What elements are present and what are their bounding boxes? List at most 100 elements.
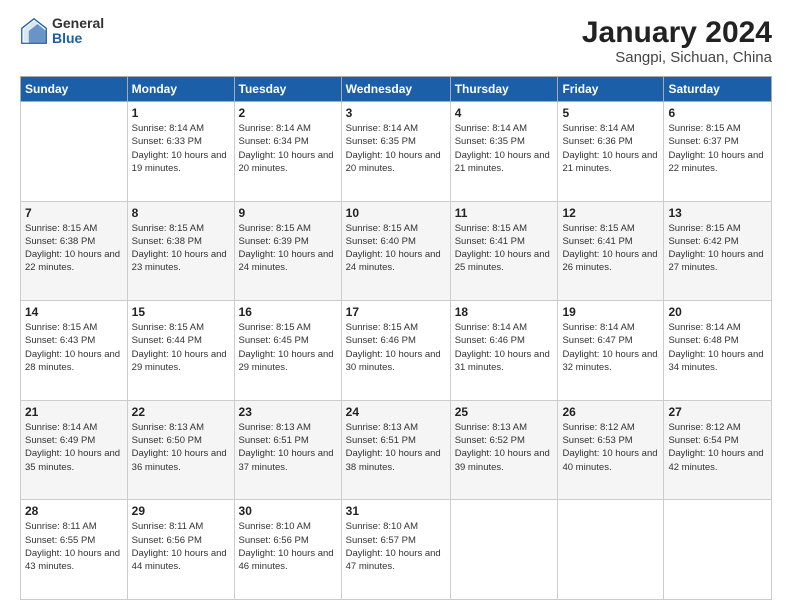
day-number: 11	[455, 206, 554, 220]
day-header-friday: Friday	[558, 77, 664, 102]
day-info: Sunrise: 8:10 AM Sunset: 6:56 PM Dayligh…	[239, 520, 337, 573]
calendar-cell: 29 Sunrise: 8:11 AM Sunset: 6:56 PM Dayli…	[127, 500, 234, 600]
calendar-table: SundayMondayTuesdayWednesdayThursdayFrid…	[20, 76, 772, 600]
day-number: 13	[668, 206, 767, 220]
day-number: 21	[25, 405, 123, 419]
day-number: 3	[346, 106, 446, 120]
calendar-cell	[21, 102, 128, 202]
logo-blue-text: Blue	[52, 31, 104, 46]
day-number: 14	[25, 305, 123, 319]
day-info: Sunrise: 8:14 AM Sunset: 6:47 PM Dayligh…	[562, 321, 659, 374]
day-info: Sunrise: 8:13 AM Sunset: 6:51 PM Dayligh…	[239, 421, 337, 474]
calendar-cell: 2Sunrise: 8:14 AM Sunset: 6:34 PM Daylig…	[234, 102, 341, 202]
day-info: Sunrise: 8:15 AM Sunset: 6:39 PM Dayligh…	[239, 222, 337, 275]
day-number: 24	[346, 405, 446, 419]
day-info: Sunrise: 8:15 AM Sunset: 6:38 PM Dayligh…	[25, 222, 123, 275]
day-info: Sunrise: 8:10 AM Sunset: 6:57 PM Dayligh…	[346, 520, 446, 573]
day-info: Sunrise: 8:15 AM Sunset: 6:42 PM Dayligh…	[668, 222, 767, 275]
calendar-cell: 6 Sunrise: 8:15 AM Sunset: 6:37 PM Daylig…	[664, 102, 772, 202]
calendar-cell: 13 Sunrise: 8:15 AM Sunset: 6:42 PM Dayli…	[664, 201, 772, 301]
day-number: 18	[455, 305, 554, 319]
day-info: Sunrise: 8:12 AM Sunset: 6:53 PM Dayligh…	[562, 421, 659, 474]
day-number: 10	[346, 206, 446, 220]
day-info: Sunrise: 8:12 AM Sunset: 6:54 PM Dayligh…	[668, 421, 767, 474]
calendar-cell: 23 Sunrise: 8:13 AM Sunset: 6:51 PM Dayli…	[234, 400, 341, 500]
calendar-cell: 24 Sunrise: 8:13 AM Sunset: 6:51 PM Dayli…	[341, 400, 450, 500]
day-info: Sunrise: 8:15 AM Sunset: 6:41 PM Dayligh…	[562, 222, 659, 275]
day-info: Sunrise: 8:15 AM Sunset: 6:41 PM Dayligh…	[455, 222, 554, 275]
day-number: 27	[668, 405, 767, 419]
day-number: 31	[346, 504, 446, 518]
day-number: 26	[562, 405, 659, 419]
day-info: Sunrise: 8:14 AM Sunset: 6:48 PM Dayligh…	[668, 321, 767, 374]
calendar-cell: 12Sunrise: 8:15 AM Sunset: 6:41 PM Dayli…	[558, 201, 664, 301]
calendar-header-row: SundayMondayTuesdayWednesdayThursdayFrid…	[21, 77, 772, 102]
calendar-cell: 14 Sunrise: 8:15 AM Sunset: 6:43 PM Dayli…	[21, 301, 128, 401]
day-info: Sunrise: 8:13 AM Sunset: 6:51 PM Dayligh…	[346, 421, 446, 474]
calendar-cell	[450, 500, 558, 600]
day-info: Sunrise: 8:14 AM Sunset: 6:34 PM Dayligh…	[239, 122, 337, 175]
calendar-week-5: 28 Sunrise: 8:11 AM Sunset: 6:55 PM Dayli…	[21, 500, 772, 600]
day-number: 7	[25, 206, 123, 220]
day-number: 16	[239, 305, 337, 319]
calendar-cell: 7 Sunrise: 8:15 AM Sunset: 6:38 PM Daylig…	[21, 201, 128, 301]
calendar-cell: 19 Sunrise: 8:14 AM Sunset: 6:47 PM Dayli…	[558, 301, 664, 401]
calendar-week-3: 14 Sunrise: 8:15 AM Sunset: 6:43 PM Dayli…	[21, 301, 772, 401]
calendar-cell: 17 Sunrise: 8:15 AM Sunset: 6:46 PM Dayli…	[341, 301, 450, 401]
calendar-cell: 26 Sunrise: 8:12 AM Sunset: 6:53 PM Dayli…	[558, 400, 664, 500]
day-number: 30	[239, 504, 337, 518]
day-info: Sunrise: 8:14 AM Sunset: 6:49 PM Dayligh…	[25, 421, 123, 474]
day-info: Sunrise: 8:15 AM Sunset: 6:45 PM Dayligh…	[239, 321, 337, 374]
day-header-thursday: Thursday	[450, 77, 558, 102]
day-info: Sunrise: 8:15 AM Sunset: 6:44 PM Dayligh…	[132, 321, 230, 374]
calendar-cell: 11 Sunrise: 8:15 AM Sunset: 6:41 PM Dayli…	[450, 201, 558, 301]
logo: General Blue	[20, 16, 104, 47]
day-number: 23	[239, 405, 337, 419]
day-number: 4	[455, 106, 554, 120]
day-number: 15	[132, 305, 230, 319]
calendar-cell: 3Sunrise: 8:14 AM Sunset: 6:35 PM Daylig…	[341, 102, 450, 202]
day-number: 6	[668, 106, 767, 120]
calendar-cell: 5Sunrise: 8:14 AM Sunset: 6:36 PM Daylig…	[558, 102, 664, 202]
day-header-monday: Monday	[127, 77, 234, 102]
calendar-cell	[558, 500, 664, 600]
day-info: Sunrise: 8:14 AM Sunset: 6:46 PM Dayligh…	[455, 321, 554, 374]
day-info: Sunrise: 8:14 AM Sunset: 6:33 PM Dayligh…	[132, 122, 230, 175]
day-number: 22	[132, 405, 230, 419]
day-number: 20	[668, 305, 767, 319]
calendar-cell: 15 Sunrise: 8:15 AM Sunset: 6:44 PM Dayli…	[127, 301, 234, 401]
calendar-cell: 30 Sunrise: 8:10 AM Sunset: 6:56 PM Dayli…	[234, 500, 341, 600]
day-info: Sunrise: 8:13 AM Sunset: 6:52 PM Dayligh…	[455, 421, 554, 474]
calendar-cell: 28 Sunrise: 8:11 AM Sunset: 6:55 PM Dayli…	[21, 500, 128, 600]
day-info: Sunrise: 8:14 AM Sunset: 6:35 PM Dayligh…	[455, 122, 554, 175]
day-number: 1	[132, 106, 230, 120]
calendar-cell: 21 Sunrise: 8:14 AM Sunset: 6:49 PM Dayli…	[21, 400, 128, 500]
calendar-week-1: 1 Sunrise: 8:14 AM Sunset: 6:33 PM Daylig…	[21, 102, 772, 202]
day-number: 28	[25, 504, 123, 518]
calendar-cell: 1 Sunrise: 8:14 AM Sunset: 6:33 PM Daylig…	[127, 102, 234, 202]
day-info: Sunrise: 8:11 AM Sunset: 6:56 PM Dayligh…	[132, 520, 230, 573]
day-info: Sunrise: 8:15 AM Sunset: 6:37 PM Dayligh…	[668, 122, 767, 175]
day-info: Sunrise: 8:15 AM Sunset: 6:43 PM Dayligh…	[25, 321, 123, 374]
day-info: Sunrise: 8:15 AM Sunset: 6:46 PM Dayligh…	[346, 321, 446, 374]
calendar-cell: 8Sunrise: 8:15 AM Sunset: 6:38 PM Daylig…	[127, 201, 234, 301]
calendar-cell: 10Sunrise: 8:15 AM Sunset: 6:40 PM Dayli…	[341, 201, 450, 301]
calendar-cell: 9Sunrise: 8:15 AM Sunset: 6:39 PM Daylig…	[234, 201, 341, 301]
title-block: January 2024 Sangpi, Sichuan, China	[582, 16, 772, 66]
day-number: 19	[562, 305, 659, 319]
day-info: Sunrise: 8:14 AM Sunset: 6:36 PM Dayligh…	[562, 122, 659, 175]
day-info: Sunrise: 8:11 AM Sunset: 6:55 PM Dayligh…	[25, 520, 123, 573]
logo-general-text: General	[52, 16, 104, 31]
calendar-cell	[664, 500, 772, 600]
day-info: Sunrise: 8:13 AM Sunset: 6:50 PM Dayligh…	[132, 421, 230, 474]
logo-icon	[20, 17, 48, 45]
day-number: 17	[346, 305, 446, 319]
day-number: 8	[132, 206, 230, 220]
calendar-cell: 31 Sunrise: 8:10 AM Sunset: 6:57 PM Dayli…	[341, 500, 450, 600]
calendar-cell: 20 Sunrise: 8:14 AM Sunset: 6:48 PM Dayli…	[664, 301, 772, 401]
day-header-wednesday: Wednesday	[341, 77, 450, 102]
calendar-cell: 4 Sunrise: 8:14 AM Sunset: 6:35 PM Daylig…	[450, 102, 558, 202]
calendar-cell: 18 Sunrise: 8:14 AM Sunset: 6:46 PM Dayli…	[450, 301, 558, 401]
day-number: 29	[132, 504, 230, 518]
calendar-title: January 2024	[582, 16, 772, 49]
